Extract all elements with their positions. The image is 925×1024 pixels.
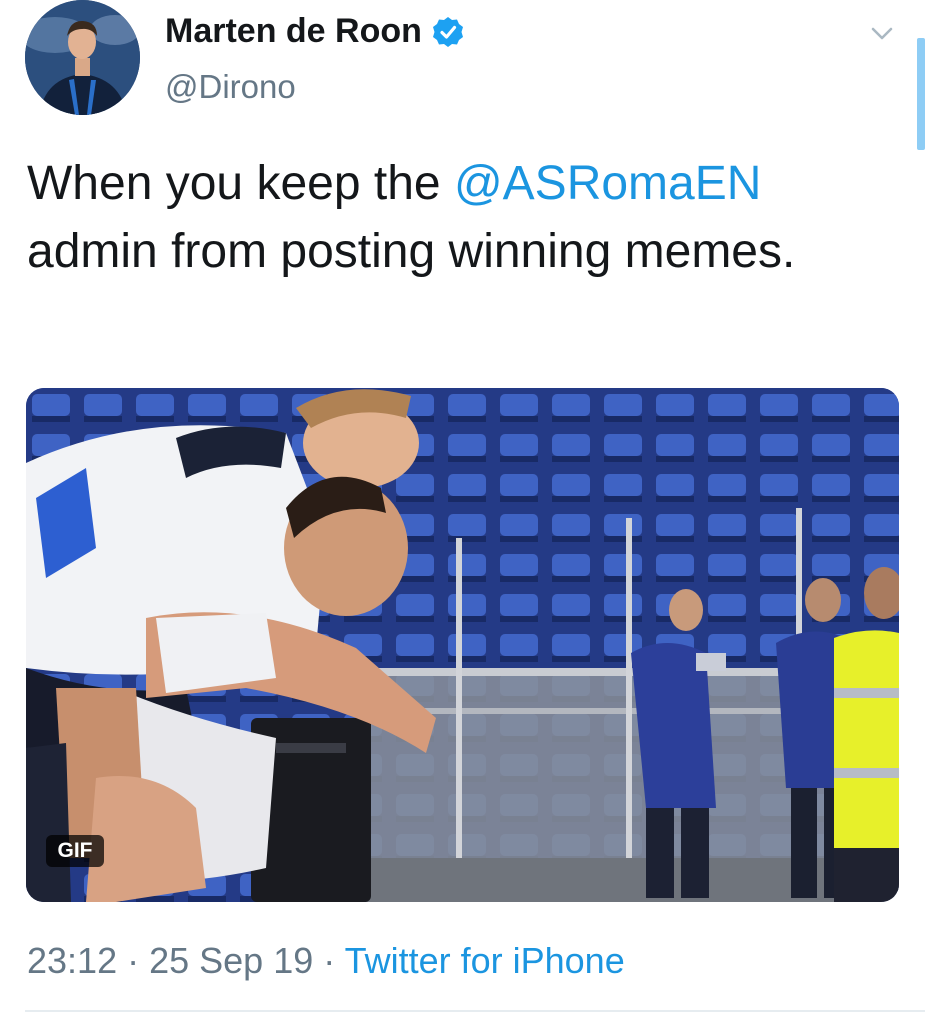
tweet-time[interactable]: 23:12: [27, 940, 117, 981]
meta-separator: ·: [313, 940, 345, 981]
mention-link[interactable]: @ASRomaEN: [454, 157, 761, 210]
avatar[interactable]: [25, 0, 140, 115]
author-display-name[interactable]: Marten de Roon: [165, 12, 422, 51]
author-handle[interactable]: @Dirono: [165, 68, 296, 106]
tweet-meta: 23:12 · 25 Sep 19 · Twitter for iPhone: [27, 940, 625, 982]
chevron-down-icon[interactable]: [867, 18, 897, 48]
tweet-media-gif[interactable]: GIF: [26, 388, 899, 902]
tweet-text-after: admin from posting winning memes.: [27, 225, 796, 278]
gif-frame-image: [26, 388, 899, 902]
profile-photo-icon: [25, 0, 140, 115]
tweet-source-link[interactable]: Twitter for iPhone: [345, 940, 625, 981]
divider: [25, 1010, 925, 1012]
tweet-header: Marten de Roon @Dirono: [25, 0, 905, 130]
scroll-indicator[interactable]: [917, 38, 925, 150]
tweet-text-before: When you keep the: [27, 157, 454, 210]
tweet-text: When you keep the @ASRomaEN admin from p…: [27, 150, 887, 286]
tweet-date[interactable]: 25 Sep 19: [149, 940, 313, 981]
gif-badge: GIF: [46, 835, 104, 867]
verified-badge-icon: [432, 16, 463, 47]
meta-separator: ·: [117, 940, 150, 981]
